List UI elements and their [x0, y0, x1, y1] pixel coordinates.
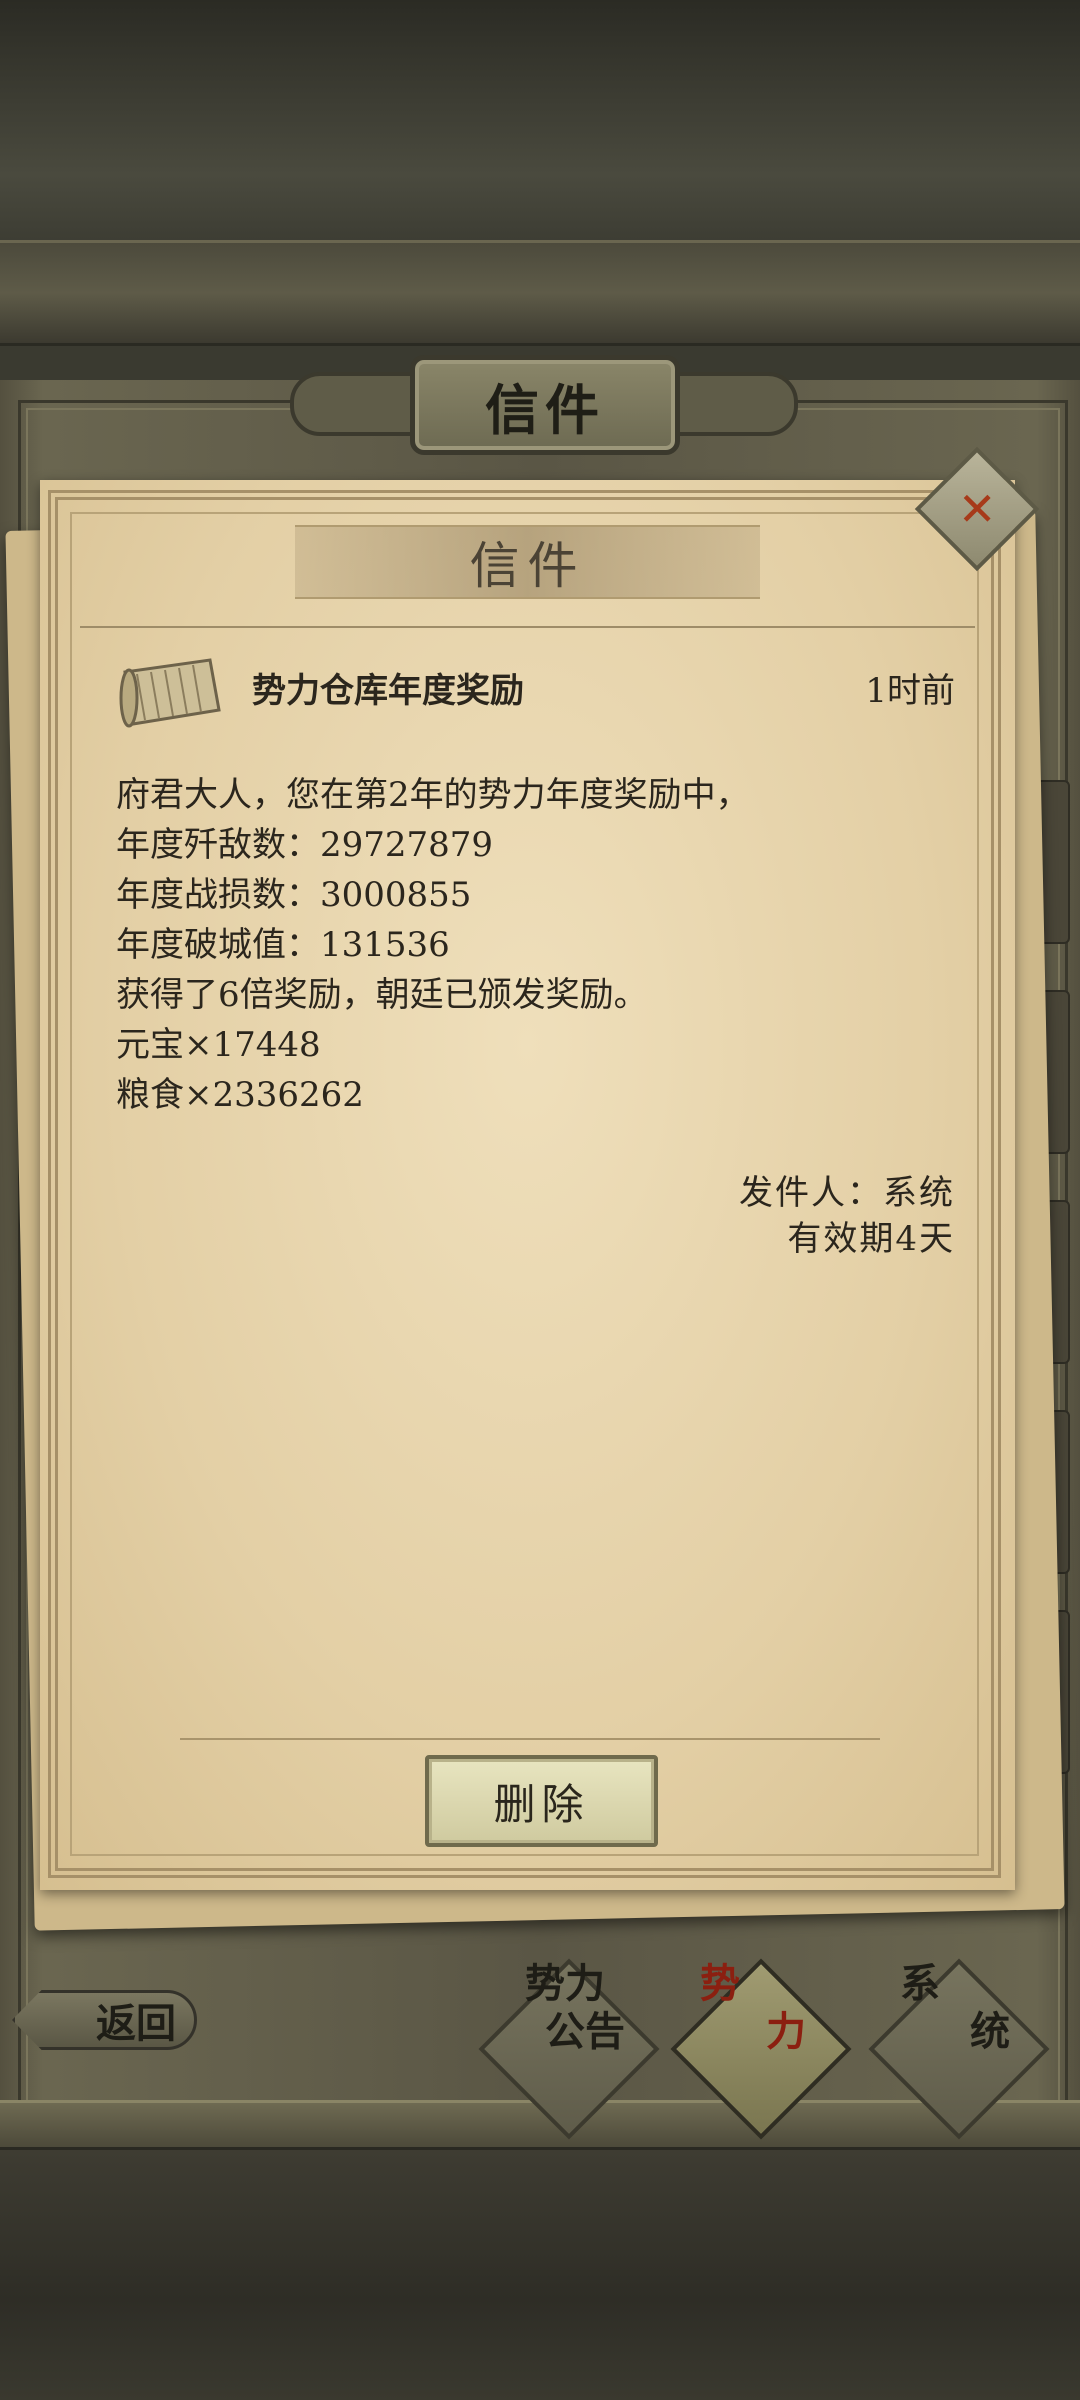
title-divider: [80, 626, 975, 628]
panel-title: 信件: [469, 537, 586, 595]
back-button-label: 返回: [96, 2000, 176, 2047]
mail-subject: 势力仓库年度奖励: [252, 671, 524, 711]
page-title: 信件: [485, 377, 605, 442]
tab-system-label: 系 统: [900, 1960, 1010, 2056]
top-background: [0, 0, 1080, 250]
tab-label-line: 统: [970, 2008, 1010, 2055]
mail-body-line: 年度战损数：3000855: [116, 875, 472, 915]
mail-paper: 信件 ✕ 势力仓库年度奖励 1时前 府君大人，您在第2年的势力年度奖励中， 年度…: [40, 446, 1040, 1890]
tab-label-line: 势力: [525, 1960, 605, 2007]
delete-button-label: 删除: [493, 1779, 590, 1829]
mail-body-line: 获得了6倍奖励，朝廷已颁发奖励。: [116, 975, 648, 1015]
tab-label-line: 公告: [545, 2008, 625, 2055]
top-ornament-band: [0, 240, 1080, 346]
delete-button[interactable]: 删除: [425, 1755, 658, 1847]
tab-label-line: 势: [700, 1960, 740, 2007]
bottom-background: [0, 2150, 1080, 2400]
mail-body-line: 粮食×2336262: [116, 1075, 364, 1115]
scroll-icon: [119, 658, 221, 728]
tab-label-line: 系: [900, 1960, 940, 2007]
mail-body-line: 元宝×17448: [116, 1025, 321, 1065]
tab-faction-label: 势 力: [700, 1960, 810, 2056]
panel-title-bar: 信件: [295, 525, 760, 599]
close-x-icon: ✕: [957, 481, 997, 536]
mail-body-line: 年度破城值：131536: [116, 925, 450, 965]
back-button[interactable]: 返回: [12, 1990, 197, 2050]
footer-divider: [180, 1738, 880, 1740]
mail-time: 1时前: [865, 671, 955, 711]
tab-faction-notice-label: 势力 公告: [480, 1960, 650, 2056]
mail-sender: 发件人：系统: [739, 1173, 955, 1213]
mail-validity: 有效期4天: [787, 1219, 955, 1259]
mail-body: 府君大人，您在第2年的势力年度奖励中， 年度歼敌数：29727879 年度战损数…: [116, 770, 956, 1120]
mail-body-line: 年度歼敌数：29727879: [116, 825, 494, 865]
tab-label-line: 力: [766, 2008, 806, 2055]
mail-footer: 发件人：系统 有效期4天: [739, 1170, 955, 1262]
header-plate: 信件: [410, 355, 680, 455]
mail-body-line: 府君大人，您在第2年的势力年度奖励中，: [116, 775, 750, 815]
